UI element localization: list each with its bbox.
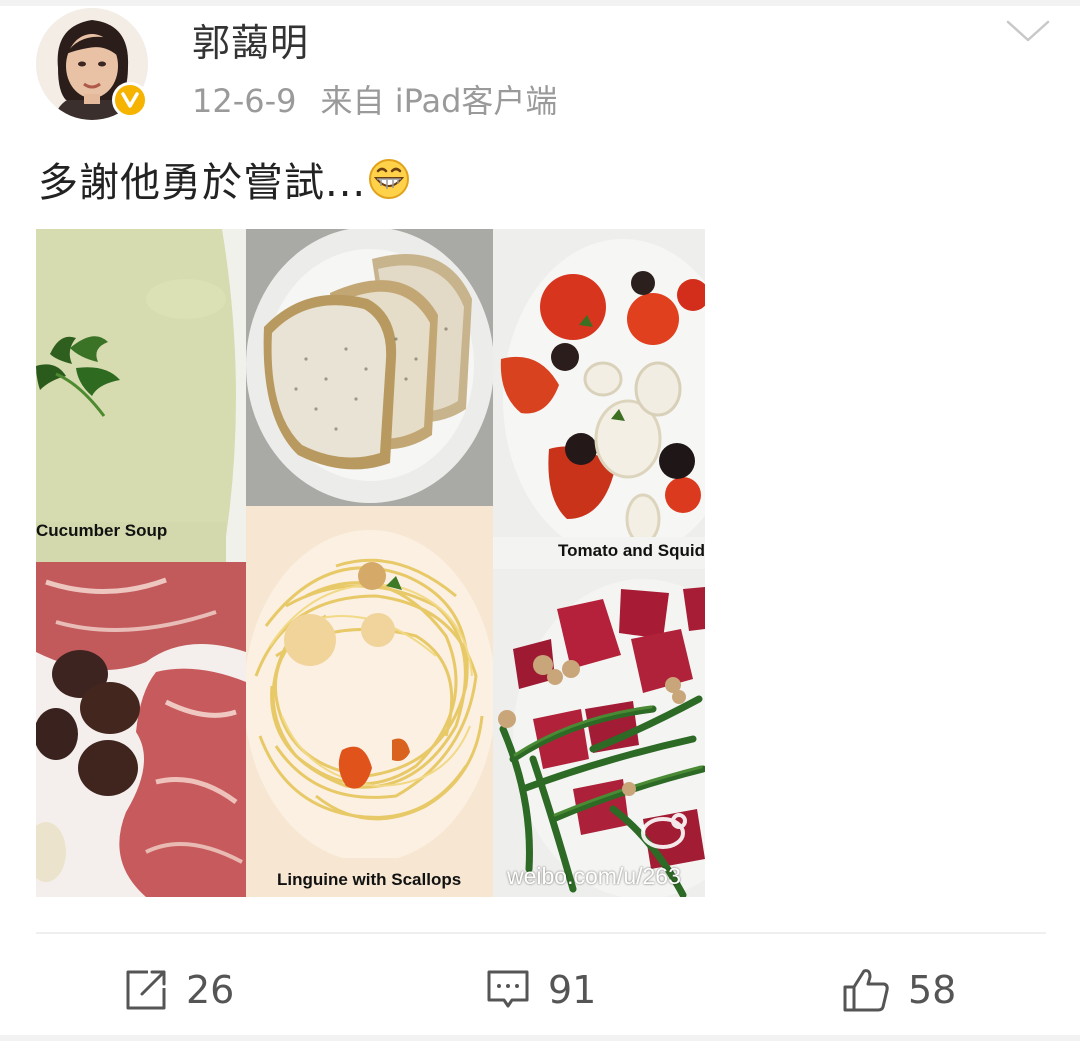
verified-badge-icon [112,82,148,118]
repost-icon [126,970,166,1010]
photo-prosciutto[interactable] [36,562,246,897]
thumbs-up-icon [843,969,889,1012]
photo-cucumber-soup[interactable]: Cucumber Soup [36,229,246,562]
post-meta: 12-6-9 来自 iPad客户端 [192,76,557,122]
chevron-down-icon[interactable] [1004,16,1052,46]
weibo-watermark: weibo.com/u/263 [507,863,681,889]
comment-count: 91 [548,968,597,1012]
post-source[interactable]: 来自 iPad客户端 [321,82,558,120]
repost-count: 26 [186,968,235,1012]
post-text-content: 多謝他勇於嘗試... [38,160,367,206]
comment-button[interactable]: 91 [486,964,596,1016]
post-time: 12-6-9 [192,82,297,120]
actions-divider [36,932,1046,934]
comment-icon [487,970,529,1008]
post-text: 多謝他勇於嘗試... [38,150,410,210]
caption-linguine-scallops: Linguine with Scallops [277,870,462,889]
grin-emoji-icon [368,158,410,210]
photo-bread[interactable] [246,229,493,506]
caption-tomato-squid: Tomato and Squid [558,541,705,560]
repost-button[interactable]: 26 [124,964,234,1016]
bottom-divider [0,1035,1080,1041]
photo-tomato-squid[interactable]: Tomato and Squid [493,229,705,569]
like-button[interactable]: 58 [842,964,956,1016]
caption-cucumber-soup: Cucumber Soup [36,521,168,540]
username[interactable]: 郭藹明 [192,12,309,67]
like-count: 58 [908,968,957,1012]
photo-beet-salad[interactable]: weibo.com/u/263 [493,569,705,897]
photo-collage[interactable]: Cucumber Soup Tomato and Squid Linguine … [36,229,705,897]
photo-linguine-scallops[interactable] [246,506,493,897]
top-divider [0,0,1080,6]
